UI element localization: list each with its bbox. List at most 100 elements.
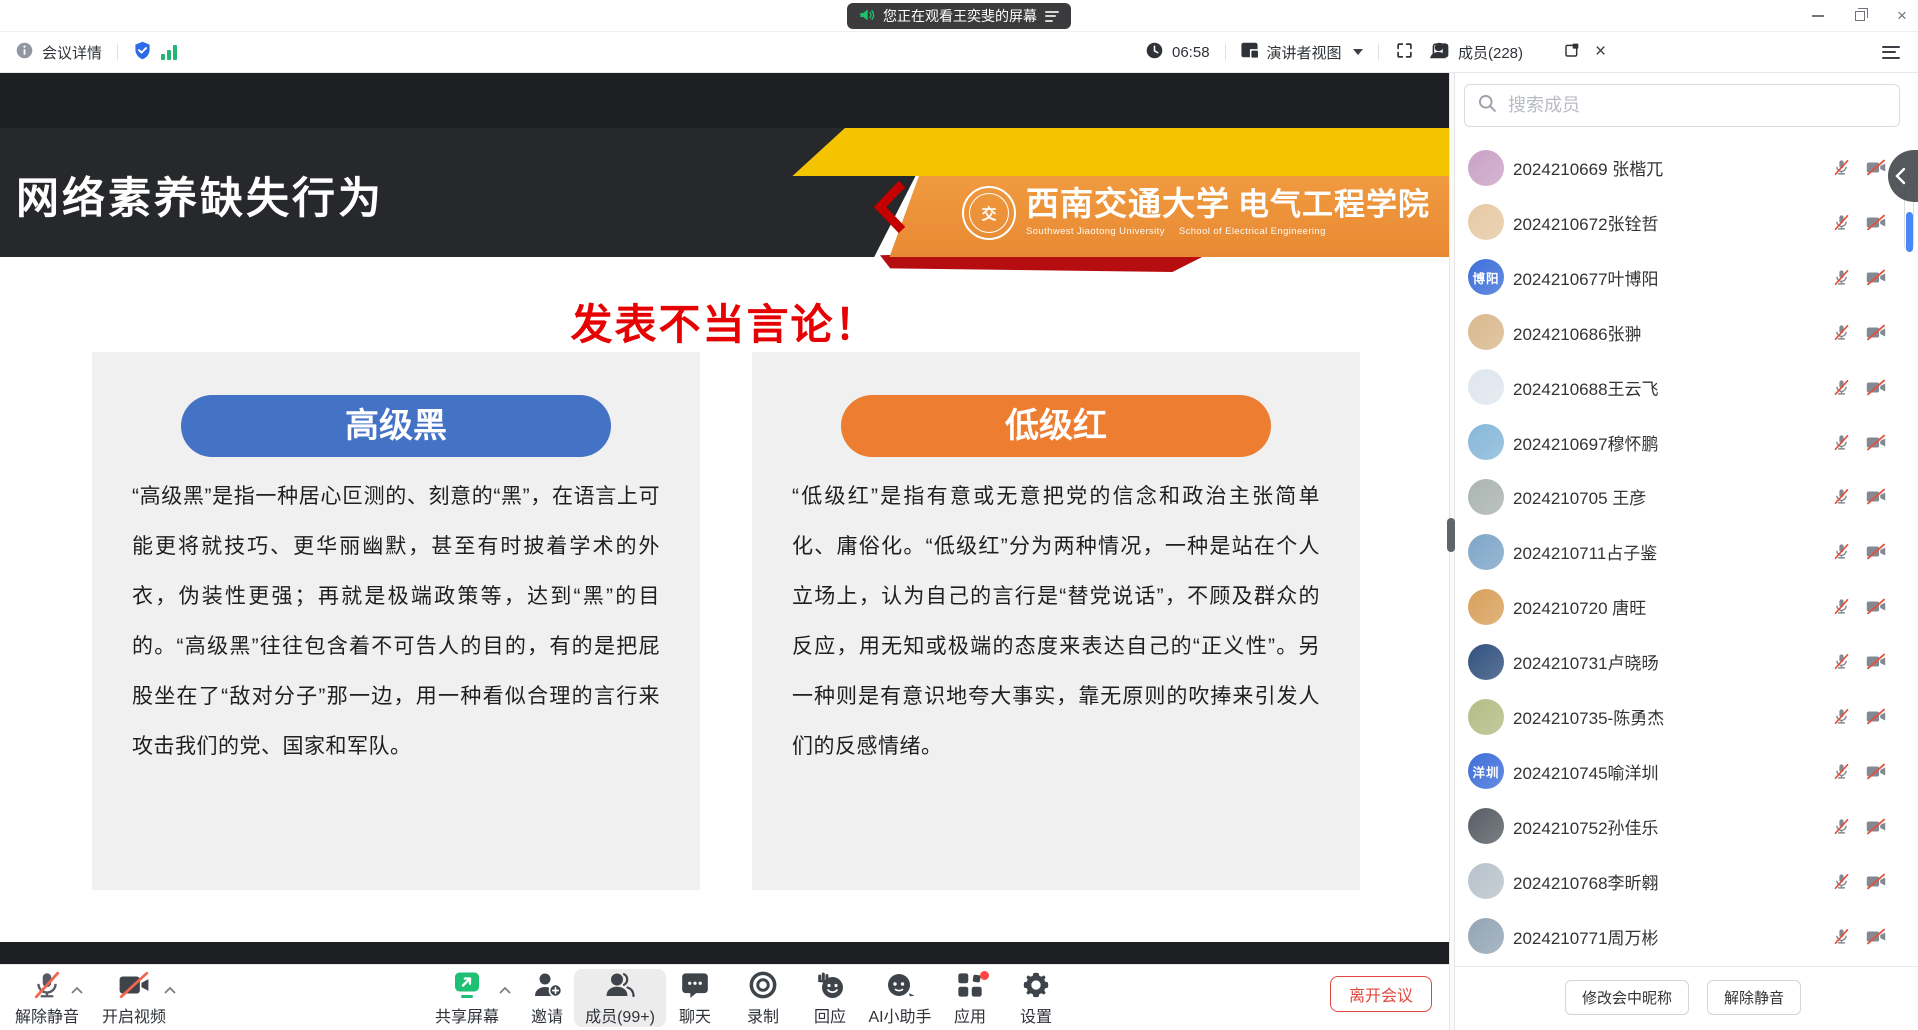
apps-notification-dot [980,971,989,980]
mic-muted-icon[interactable] [1833,324,1850,346]
card-dijihong: 低级红 “低级红”是指有意或无意把党的信念和政治主张简单化、庸俗化。“低级红”分… [752,352,1360,890]
member-row[interactable]: 2024210672张铨哲 [1455,195,1918,250]
popout-panel-icon[interactable] [1564,42,1580,62]
presentation-slide: 网络素养缺失行为 交 西南交通大学电气工程学院 Southwest Jiaoto… [0,128,1449,942]
member-row[interactable]: 2024210705 王彦 [1455,469,1918,524]
mic-muted-icon[interactable] [1833,214,1850,236]
camera-off-icon[interactable] [1866,543,1886,565]
banner-menu-icon[interactable] [1045,11,1059,22]
camera-off-icon[interactable] [1866,379,1886,401]
mic-muted-icon[interactable] [1833,159,1850,181]
member-row[interactable]: 2024210752孙佳乐 [1455,799,1918,854]
share-screen-button[interactable]: 共享屏幕 [425,969,509,1027]
camera-off-icon[interactable] [1866,928,1886,950]
member-name: 2024210688王云飞 [1513,375,1659,400]
rename-button[interactable]: 修改会中昵称 [1565,980,1689,1015]
info-icon[interactable] [16,42,33,63]
panel-menu-icon[interactable] [1882,42,1900,62]
member-row[interactable]: 洋圳 2024210745喻洋圳 [1455,744,1918,799]
member-row[interactable]: 2024210771周万彬 [1455,909,1918,964]
member-row[interactable]: 2024210720 唐旺 [1455,579,1918,634]
slide-heading: 发表不当言论！ [0,291,1449,352]
camera-off-icon[interactable] [1866,214,1886,236]
security-shield-icon[interactable] [133,41,152,64]
close-panel-icon[interactable]: × [1595,43,1606,61]
member-panel-title: 成员(228) [1458,42,1523,63]
leave-meeting-button[interactable]: 离开会议 [1330,976,1432,1012]
titlebar: 您正在观看王奕斐的屏幕 × [0,0,1918,32]
camera-off-icon[interactable] [1866,488,1886,510]
mic-muted-icon[interactable] [1833,763,1850,785]
view-mode-caret-icon[interactable] [1353,49,1363,55]
mic-muted-icon[interactable] [1833,928,1850,950]
camera-off-icon[interactable] [1866,763,1886,785]
camera-off-icon[interactable] [1866,324,1886,346]
network-signal-icon[interactable] [161,45,177,60]
panel-resize-handle[interactable] [1447,518,1455,552]
start-video-button[interactable]: 开启视频 [92,969,176,1027]
member-row[interactable]: 2024210768李昕翱 [1455,854,1918,909]
card-body-text: “高级黑”是指一种居心叵测的、刻意的“黑”，在语言上可能更将就技巧、更华丽幽默，… [132,472,660,772]
mic-muted-icon[interactable] [1833,488,1850,510]
member-row[interactable]: 2024210669 张楷兀 [1455,140,1918,195]
member-row[interactable]: 2024210688王云飞 [1455,360,1918,415]
mic-options-chevron-icon[interactable] [71,981,83,999]
settings-button[interactable]: 设置 [994,969,1078,1027]
member-search-input[interactable] [1506,94,1887,117]
member-row[interactable]: 博阳 2024210677叶博阳 [1455,250,1918,305]
panel-scrollbar-thumb[interactable] [1906,212,1913,252]
mic-muted-icon[interactable] [1833,434,1850,456]
mic-muted-icon[interactable] [1833,708,1850,730]
mic-muted-icon[interactable] [1833,598,1850,620]
camera-off-icon[interactable] [1866,708,1886,730]
member-name: 2024210735-陈勇杰 [1513,704,1664,729]
member-row[interactable]: 2024210731卢晓旸 [1455,634,1918,689]
meeting-app-window: 您正在观看王奕斐的屏幕 × 会议详情 06:58 [0,0,1918,1030]
avatar [1468,150,1504,186]
camera-off-icon[interactable] [1866,653,1886,675]
member-row[interactable]: 2024210735-陈勇杰 [1455,689,1918,744]
camera-off-icon[interactable] [1866,434,1886,456]
member-list: 2024210669 张楷兀 2024210672张铨哲 博阳 20242 [1455,131,1918,966]
logo-university-name-en: Southwest Jiaotong University [1026,226,1165,237]
fullscreen-icon[interactable] [1396,42,1413,63]
close-window-button[interactable]: × [1894,8,1910,24]
panel-unmute-button[interactable]: 解除静音 [1707,980,1801,1015]
university-logo: 交 西南交通大学电气工程学院 Southwest Jiaotong Univer… [962,186,1430,240]
camera-off-icon[interactable] [1866,598,1886,620]
member-row[interactable]: 2024210686张翀 [1455,305,1918,360]
mic-muted-icon[interactable] [1833,543,1850,565]
member-search-box[interactable] [1464,84,1900,127]
mic-muted-icon[interactable] [1833,269,1850,291]
member-row[interactable]: 2024210711占子鉴 [1455,524,1918,579]
meeting-details-link[interactable]: 会议详情 [42,42,102,63]
member-name: 2024210720 唐旺 [1513,594,1646,619]
camera-options-chevron-icon[interactable] [164,981,176,999]
back-chevron-icon [872,178,908,241]
avatar [1468,204,1504,240]
avatar [1468,918,1504,954]
mic-muted-icon[interactable] [1833,873,1850,895]
camera-off-icon[interactable] [1866,873,1886,895]
avatar [1468,369,1504,405]
mic-muted-icon[interactable] [1833,379,1850,401]
maximize-button[interactable] [1852,8,1868,24]
mic-muted-icon[interactable] [1833,818,1850,840]
view-mode-selector[interactable]: 演讲者视图 [1267,42,1342,63]
mic-muted-icon[interactable] [1833,653,1850,675]
minimize-button[interactable] [1810,8,1826,24]
camera-off-icon[interactable] [1866,818,1886,840]
gear-icon [994,969,1078,999]
member-row[interactable]: 2024210697穆怀鹏 [1455,415,1918,470]
member-name: 2024210677叶博阳 [1513,265,1659,290]
yellow-ribbon [740,128,1449,176]
meeting-timer: 06:58 [1172,44,1210,61]
meeting-toolbar: 会议详情 06:58 演讲者视图 [0,32,1918,73]
camera-off-icon[interactable] [1866,269,1886,291]
shared-screen-area: 网络素养缺失行为 交 西南交通大学电气工程学院 Southwest Jiaoto… [0,73,1449,964]
slide-header-band: 网络素养缺失行为 交 西南交通大学电气工程学院 Southwest Jiaoto… [0,128,1449,257]
camera-off-icon[interactable] [1866,159,1886,181]
member-name: 2024210672张铨哲 [1513,210,1659,235]
unmute-button[interactable]: 解除静音 [5,969,89,1027]
avatar [1468,479,1504,515]
